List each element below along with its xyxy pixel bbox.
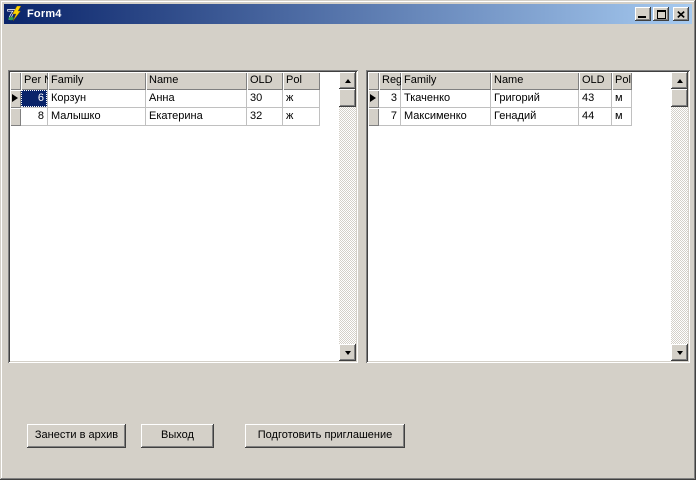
minimize-button[interactable] xyxy=(635,7,651,21)
column-header: Family xyxy=(48,72,146,90)
delphi-app-icon: 7 xyxy=(7,6,22,22)
right-grid: Reg Family Name OLD Pol 3 Ткаченко Григо… xyxy=(366,70,690,363)
grid-cell[interactable]: Малышко xyxy=(48,108,146,126)
row-indicator-cell xyxy=(368,108,379,126)
left-grid-vertical-scrollbar[interactable] xyxy=(339,72,356,361)
right-grid-vertical-scrollbar[interactable] xyxy=(671,72,688,361)
grid-cell[interactable]: Григорий xyxy=(491,90,579,108)
grid-cell[interactable]: Максименко xyxy=(401,108,491,126)
arrow-up-icon xyxy=(344,78,351,83)
grid-cell[interactable]: 32 xyxy=(247,108,283,126)
grid-cell[interactable]: 30 xyxy=(247,90,283,108)
prepare-invitation-button[interactable]: Подготовить приглашение xyxy=(245,424,405,448)
grid-cell[interactable]: м xyxy=(612,90,632,108)
grid-cell[interactable]: Ткаченко xyxy=(401,90,491,108)
grid-cell[interactable]: ж xyxy=(283,90,320,108)
minimize-icon xyxy=(638,16,646,18)
right-grid-corner-cell xyxy=(368,72,379,90)
scroll-down-button[interactable] xyxy=(671,344,688,361)
close-icon xyxy=(677,10,685,18)
left-grid-body: Per N Family Name OLD Pol 6 Корзун Анна … xyxy=(10,72,356,361)
archive-button[interactable]: Занести в архив xyxy=(27,424,126,448)
close-button[interactable] xyxy=(673,7,689,21)
table-row: 7 Максименко Генадий 44 м xyxy=(368,108,688,126)
grid-cell[interactable]: ж xyxy=(283,108,320,126)
maximize-icon xyxy=(656,9,666,19)
column-header: Per N xyxy=(21,72,48,90)
column-header: Reg xyxy=(379,72,401,90)
left-grid-corner-cell xyxy=(10,72,21,90)
grid-cell[interactable]: 3 xyxy=(379,90,401,108)
scroll-down-button[interactable] xyxy=(339,344,356,361)
grid-cell[interactable]: Анна xyxy=(146,90,247,108)
row-indicator-cell xyxy=(368,90,379,108)
row-indicator-cell xyxy=(10,108,21,126)
scroll-up-button[interactable] xyxy=(671,72,688,89)
grid-cell[interactable]: 43 xyxy=(579,90,612,108)
column-header: Pol xyxy=(612,72,632,90)
column-header: Pol xyxy=(283,72,320,90)
arrow-up-icon xyxy=(676,78,683,83)
grid-cell[interactable]: 8 xyxy=(21,108,48,126)
grid-cell-selected[interactable]: 6 xyxy=(21,90,48,108)
right-grid-body: Reg Family Name OLD Pol 3 Ткаченко Григо… xyxy=(368,72,688,361)
left-grid: Per N Family Name OLD Pol 6 Корзун Анна … xyxy=(8,70,358,363)
table-row: 6 Корзун Анна 30 ж xyxy=(10,90,356,108)
window-title: Form4 xyxy=(27,8,62,20)
column-header: Family xyxy=(401,72,491,90)
scroll-thumb[interactable] xyxy=(339,89,356,107)
grid-cell[interactable]: Корзун xyxy=(48,90,146,108)
window: 7 Form4 Per N Family Name OLD Pol xyxy=(0,0,696,480)
current-row-icon xyxy=(12,94,18,102)
exit-button[interactable]: Выход xyxy=(141,424,214,448)
grid-cell[interactable]: Екатерина xyxy=(146,108,247,126)
window-controls xyxy=(635,7,689,21)
column-header: OLD xyxy=(247,72,283,90)
arrow-down-icon xyxy=(344,350,351,355)
column-header: OLD xyxy=(579,72,612,90)
grid-cell[interactable]: Генадий xyxy=(491,108,579,126)
grid-cell[interactable]: 7 xyxy=(379,108,401,126)
table-row: 3 Ткаченко Григорий 43 м xyxy=(368,90,688,108)
row-indicator-cell xyxy=(10,90,21,108)
left-grid-header-row: Per N Family Name OLD Pol xyxy=(10,72,356,90)
right-grid-header-row: Reg Family Name OLD Pol xyxy=(368,72,688,90)
arrow-down-icon xyxy=(676,350,683,355)
scroll-up-button[interactable] xyxy=(339,72,356,89)
grid-cell[interactable]: м xyxy=(612,108,632,126)
table-row: 8 Малышко Екатерина 32 ж xyxy=(10,108,356,126)
scroll-thumb[interactable] xyxy=(671,89,688,107)
column-header: Name xyxy=(491,72,579,90)
maximize-button[interactable] xyxy=(653,7,669,21)
current-row-icon xyxy=(370,94,376,102)
column-header: Name xyxy=(146,72,247,90)
grid-cell[interactable]: 44 xyxy=(579,108,612,126)
titlebar: 7 Form4 xyxy=(4,4,692,24)
